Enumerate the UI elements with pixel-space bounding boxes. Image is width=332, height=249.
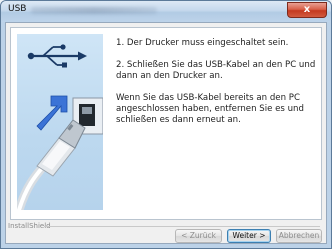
title-bar[interactable]: USB x xyxy=(1,1,331,22)
instruction-step-1: 1. Der Drucker muss eingeschaltet sein. xyxy=(116,38,289,48)
dialog-client-area: 1. Der Drucker muss eingeschaltet sein. … xyxy=(5,22,327,244)
installer-window: USB x 1. Der Drucker muss eingeschaltet … xyxy=(0,0,332,249)
content-panel: 1. Der Drucker muss eingeschaltet sein. … xyxy=(10,27,322,220)
footer-divider xyxy=(44,226,320,227)
arrow-icon xyxy=(36,95,68,131)
cancel-button[interactable]: Abbrechen xyxy=(276,229,322,243)
close-button[interactable]: x xyxy=(287,2,327,18)
instructions-text: 1. Der Drucker muss eingeschaltet sein. … xyxy=(116,38,316,137)
usb-cable-illustration xyxy=(14,44,104,215)
window-title: USB xyxy=(8,4,27,14)
usb-plug-icon xyxy=(14,119,86,215)
blurred-title-text xyxy=(31,7,157,14)
back-button[interactable]: < Zurück xyxy=(175,229,222,243)
instruction-step-2: 2. Schließen Sie das USB-Kabel an den PC… xyxy=(116,60,316,81)
instruction-note: Wenn Sie das USB-Kabel bereits an den PC… xyxy=(116,93,304,125)
usb-symbol-icon xyxy=(27,44,87,68)
next-button[interactable]: Weiter > xyxy=(227,229,271,243)
usb-illustration xyxy=(14,34,104,215)
